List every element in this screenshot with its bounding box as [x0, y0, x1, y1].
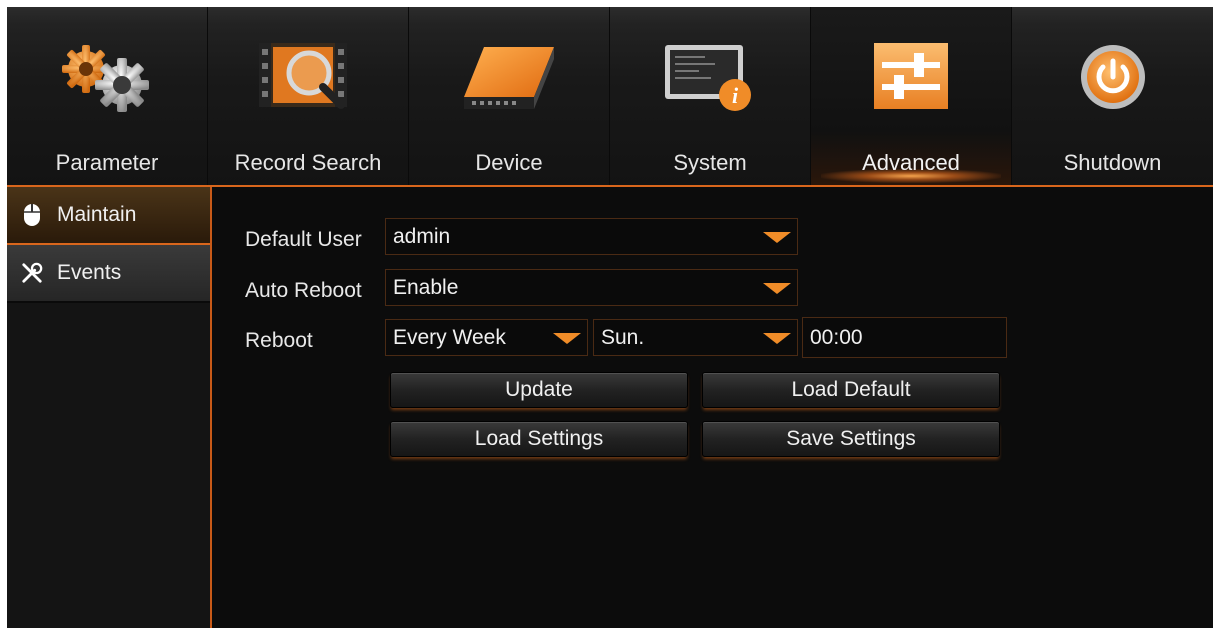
reboot-frequency-value: Every Week	[393, 325, 506, 349]
sidebar: Maintain Events	[7, 187, 212, 628]
sidebar-item-events[interactable]: Events	[7, 245, 210, 303]
sidebar-item-label: Events	[57, 261, 122, 284]
svg-text:i: i	[732, 83, 739, 108]
reboot-frequency-select[interactable]: Every Week	[385, 319, 588, 356]
nav-item-system[interactable]: i System	[610, 7, 811, 185]
auto-reboot-select[interactable]: Enable	[385, 269, 798, 306]
chevron-down-icon[interactable]	[553, 333, 581, 344]
sidebar-item-label: Maintain	[57, 203, 137, 226]
monitor-info-icon: i	[655, 37, 765, 117]
load-default-button[interactable]: Load Default	[702, 372, 1000, 408]
sidebar-item-maintain[interactable]: Maintain	[7, 187, 210, 245]
power-icon	[1058, 37, 1168, 117]
top-nav: Parameter Record Search Device i System …	[7, 7, 1213, 187]
chevron-down-icon[interactable]	[763, 333, 791, 344]
nav-label: System	[673, 150, 747, 175]
nav-label: Advanced	[862, 150, 960, 175]
default-user-value: admin	[393, 224, 451, 248]
auto-reboot-value: Enable	[393, 275, 459, 299]
chevron-down-icon[interactable]	[763, 232, 791, 243]
chevron-down-icon[interactable]	[763, 283, 791, 294]
nav-item-advanced[interactable]: Advanced	[811, 7, 1012, 185]
default-user-select[interactable]: admin	[385, 218, 798, 255]
nav-label: Shutdown	[1063, 150, 1162, 175]
hard-drive-icon	[454, 37, 564, 117]
mouse-icon	[21, 202, 43, 228]
app-window: Parameter Record Search Device i System …	[7, 7, 1213, 628]
nav-label: Record Search	[234, 150, 382, 175]
nav-item-shutdown[interactable]: Shutdown	[1012, 7, 1213, 185]
gears-icon	[52, 37, 162, 117]
auto-reboot-label: Auto Reboot	[245, 279, 362, 302]
reboot-label: Reboot	[245, 329, 313, 352]
tools-icon	[21, 260, 43, 286]
nav-label: Device	[475, 150, 543, 175]
maintain-panel: Default User admin Auto Reboot Enable Re…	[212, 187, 1213, 628]
save-settings-button[interactable]: Save Settings	[702, 421, 1000, 457]
load-settings-button[interactable]: Load Settings	[390, 421, 688, 457]
nav-item-device[interactable]: Device	[409, 7, 610, 185]
nav-label: Parameter	[55, 150, 159, 175]
film-search-icon	[253, 37, 363, 117]
reboot-time-input[interactable]: 00:00	[802, 317, 1007, 358]
reboot-day-value: Sun.	[601, 325, 645, 349]
update-button[interactable]: Update	[390, 372, 688, 408]
reboot-day-select[interactable]: Sun.	[593, 319, 798, 356]
sliders-icon	[856, 37, 966, 117]
reboot-time-value: 00:00	[810, 325, 863, 349]
nav-item-record-search[interactable]: Record Search	[208, 7, 409, 185]
nav-item-parameter[interactable]: Parameter	[7, 7, 208, 185]
default-user-label: Default User	[245, 228, 362, 251]
